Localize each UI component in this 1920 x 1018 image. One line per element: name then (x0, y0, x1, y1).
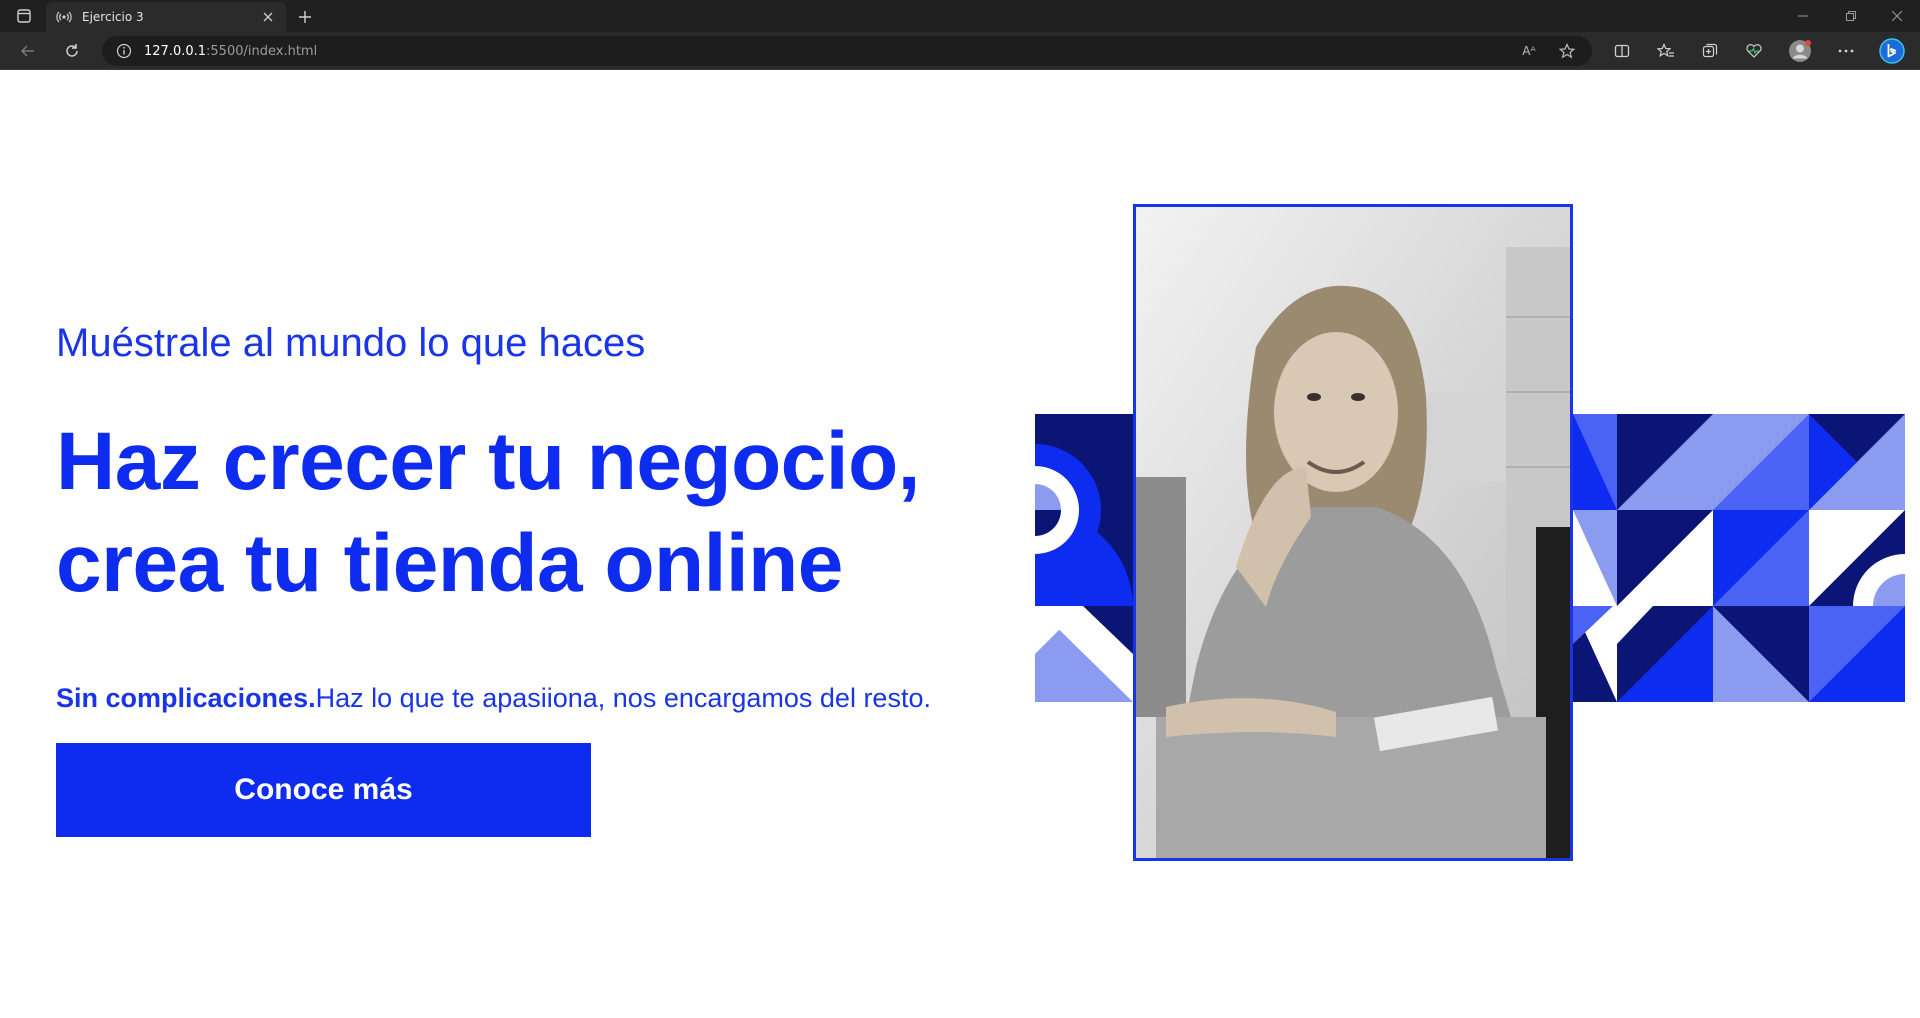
favorites-icon[interactable] (1652, 37, 1680, 65)
read-aloud-icon[interactable]: Aᴬ (1518, 41, 1540, 61)
url-text: 127.0.0.1:5500/index.html (144, 44, 317, 59)
profile-icon[interactable] (1786, 37, 1814, 65)
hero-photo (1133, 204, 1573, 861)
hero-subtitle: Muéstrale al mundo lo que haces (56, 321, 646, 365)
url-host: 127.0.0.1 (144, 43, 207, 59)
close-icon[interactable] (260, 9, 276, 25)
tab-actions-icon[interactable] (10, 6, 38, 26)
restore-icon[interactable] (1828, 0, 1874, 32)
health-icon[interactable] (1740, 37, 1768, 65)
headline-line-2: crea tu tienda online (56, 518, 843, 609)
broadcast-icon (56, 9, 72, 25)
headline-line-1: Haz crecer tu negocio, (56, 416, 920, 507)
browser-tab[interactable]: Ejercicio 3 (46, 2, 286, 32)
url-path: :5500/index.html (206, 43, 318, 59)
conoce-mas-button[interactable]: Conoce más (56, 743, 591, 837)
hero-section: Muéstrale al mundo lo que haces Haz crec… (0, 71, 1920, 1018)
back-icon[interactable] (14, 37, 42, 65)
hero-tagline: Sin complicaciones.Haz lo que te apasiio… (56, 683, 931, 714)
left-geometric-pattern (1035, 414, 1133, 702)
plus-icon[interactable] (294, 6, 316, 28)
tagline-bold: Sin complicaciones. (56, 683, 316, 713)
tagline-text: Haz lo que te apasiiona, nos encargamos … (315, 683, 931, 713)
woman-portrait-image (1136, 207, 1570, 858)
tab-title: Ejercicio 3 (82, 10, 144, 24)
browser-toolbar: 127.0.0.1:5500/index.html Aᴬ (0, 32, 1920, 70)
hero-headline: Haz crecer tu negocio, crea tu tienda on… (56, 411, 920, 615)
address-bar[interactable]: 127.0.0.1:5500/index.html Aᴬ (102, 36, 1592, 66)
info-icon[interactable] (116, 43, 132, 59)
hero-artwork (1035, 204, 1905, 861)
split-screen-icon[interactable] (1608, 37, 1636, 65)
window-close-icon[interactable] (1874, 0, 1920, 32)
minimize-icon[interactable] (1780, 0, 1826, 32)
favorite-star-icon[interactable] (1556, 41, 1578, 61)
collections-icon[interactable] (1696, 37, 1724, 65)
bing-icon[interactable] (1878, 37, 1906, 65)
tab-strip: Ejercicio 3 (0, 0, 1920, 32)
right-geometric-pattern (1573, 414, 1905, 702)
refresh-icon[interactable] (58, 37, 86, 65)
more-icon[interactable] (1832, 37, 1860, 65)
